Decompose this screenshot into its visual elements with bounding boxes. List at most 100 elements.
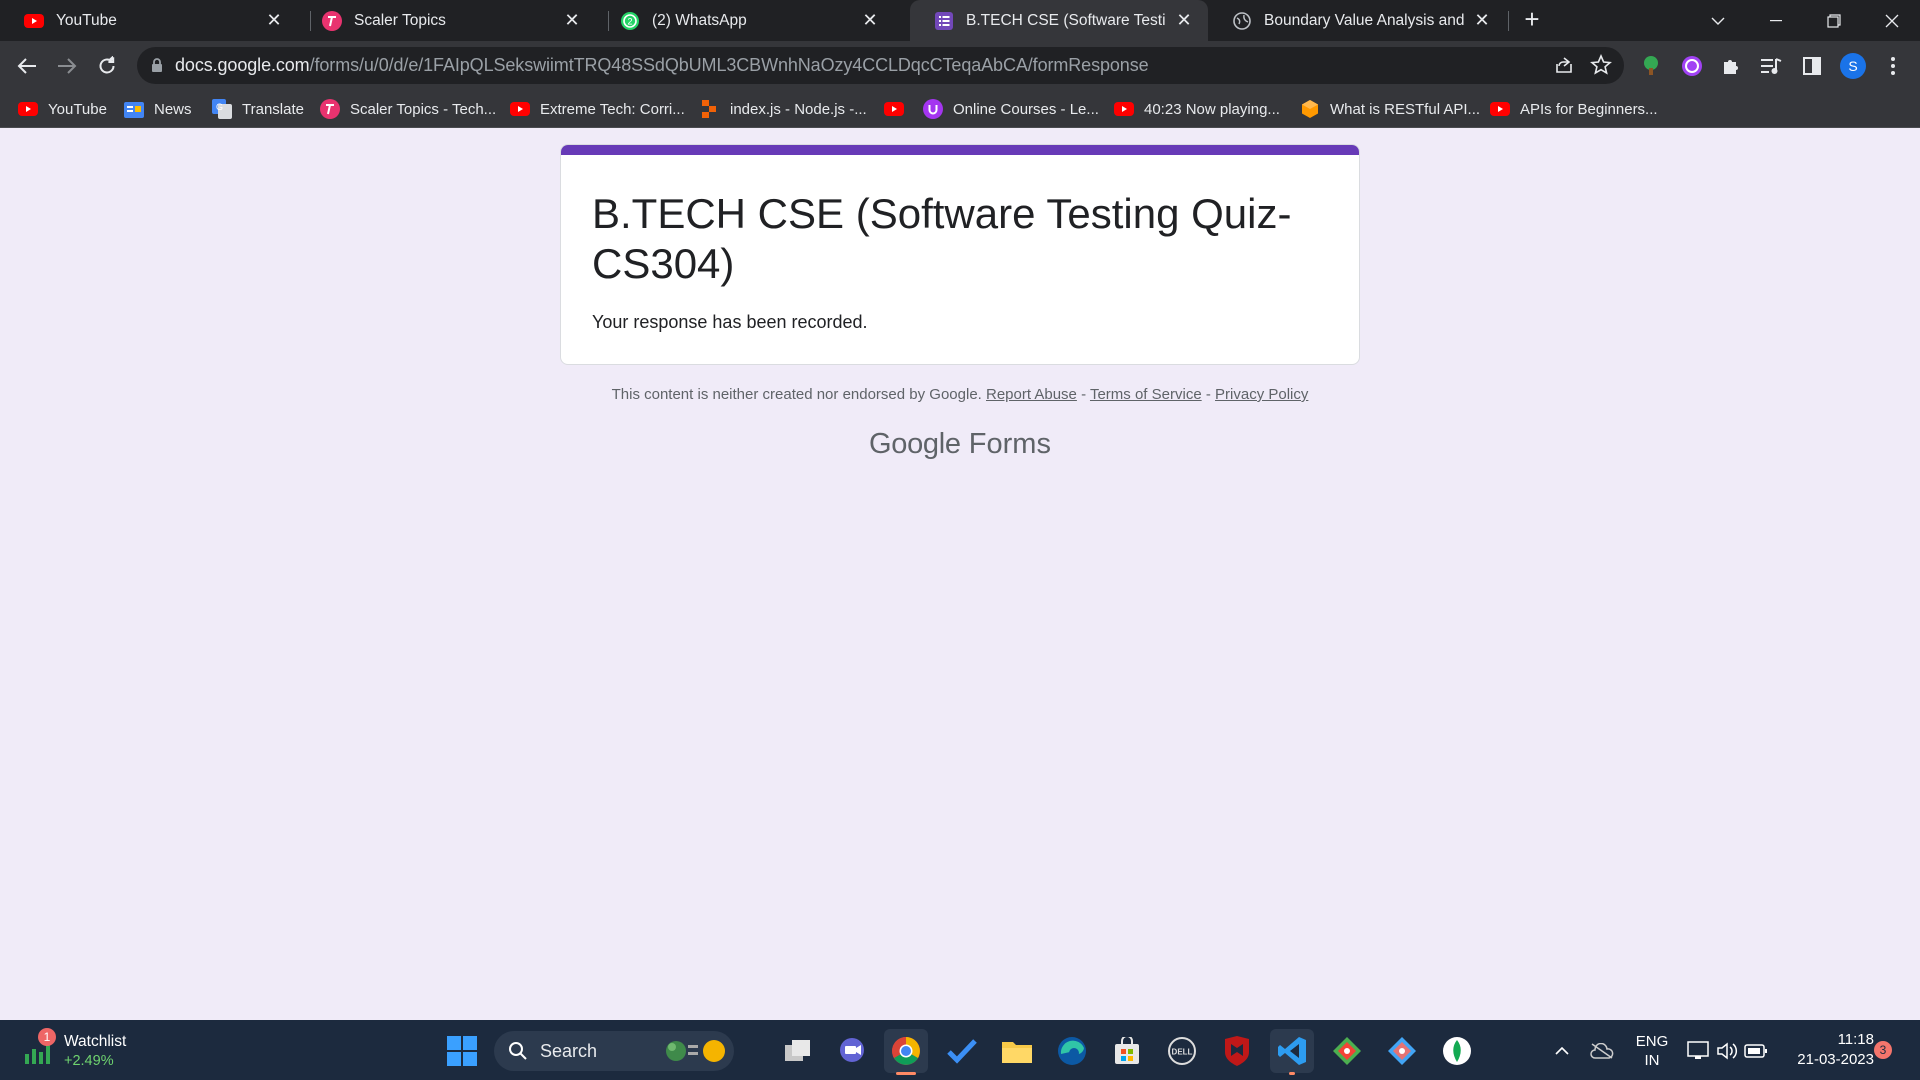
- close-icon[interactable]: ✕: [1174, 10, 1194, 31]
- tab-strip: YouTube ✕ Scaler Topics ✕ 2 (2) WhatsApp…: [0, 0, 1920, 41]
- git-tool-button[interactable]: [1325, 1029, 1369, 1073]
- tab-youtube[interactable]: YouTube ✕: [0, 0, 298, 41]
- bookmark-apis-beginners[interactable]: APIs for Beginners...: [1490, 97, 1658, 121]
- close-window-button[interactable]: [1864, 0, 1920, 41]
- tab-scaler-topics[interactable]: Scaler Topics ✕: [298, 0, 596, 41]
- arrow-right-icon: [58, 58, 77, 74]
- battery-icon: [1744, 1044, 1767, 1058]
- bookmark-star-icon[interactable]: [1590, 53, 1612, 81]
- battery-button[interactable]: [1734, 1029, 1778, 1073]
- task-view-button[interactable]: [776, 1029, 820, 1073]
- tab-title: B.TECH CSE (Software Testing Qu: [966, 11, 1166, 29]
- forward-button[interactable]: [51, 50, 83, 82]
- aws-icon: [1300, 99, 1320, 119]
- puzzle-icon[interactable]: [1716, 51, 1746, 81]
- language-indicator[interactable]: ENG IN: [1622, 1032, 1682, 1070]
- side-panel-icon[interactable]: [1797, 51, 1827, 81]
- tab-boundary-value[interactable]: Boundary Value Analysis and Equ ✕: [1208, 0, 1506, 41]
- google-forms-icon: [934, 11, 954, 31]
- minimize-button[interactable]: [1748, 0, 1804, 41]
- lock-icon[interactable]: [151, 58, 163, 73]
- close-icon[interactable]: ✕: [1472, 10, 1492, 31]
- teams-chat-button[interactable]: [830, 1029, 874, 1073]
- close-icon[interactable]: ✕: [562, 10, 582, 31]
- chrome-icon: [892, 1037, 920, 1065]
- terms-of-service-link[interactable]: Terms of Service: [1090, 386, 1202, 403]
- chrome-menu-button[interactable]: [1878, 51, 1908, 81]
- tab-whatsapp[interactable]: 2 (2) WhatsApp ✕: [596, 0, 894, 41]
- bookmarks-bar: YouTube News G Translate Scaler Topics -…: [0, 90, 1920, 128]
- scaler-icon: [320, 99, 340, 119]
- notification-badge[interactable]: 3: [1874, 1041, 1892, 1059]
- tab-search-button[interactable]: [1690, 0, 1746, 41]
- address-bar[interactable]: docs.google.com/forms/u/0/d/e/1FAIpQLSek…: [137, 47, 1624, 84]
- taskbar-search[interactable]: Search: [494, 1031, 734, 1071]
- close-icon[interactable]: ✕: [860, 10, 880, 31]
- privacy-policy-link[interactable]: Privacy Policy: [1215, 386, 1308, 403]
- vscode-icon: [1278, 1037, 1306, 1065]
- restore-button[interactable]: [1806, 0, 1862, 41]
- start-button[interactable]: [440, 1029, 484, 1073]
- tab-title: Boundary Value Analysis and Equ: [1264, 11, 1464, 29]
- edge-button[interactable]: [1050, 1029, 1094, 1073]
- bookmark-label: Scaler Topics - Tech...: [350, 100, 497, 118]
- close-icon[interactable]: ✕: [264, 10, 284, 31]
- reload-icon: [99, 56, 115, 74]
- chevron-up-icon: [1555, 1047, 1569, 1055]
- show-hidden-icons-button[interactable]: [1540, 1029, 1584, 1073]
- tab-google-form[interactable]: B.TECH CSE (Software Testing Qu ✕: [910, 0, 1208, 41]
- google-forms-logo[interactable]: Google Forms: [0, 428, 1920, 461]
- search-icon: [509, 1042, 527, 1060]
- report-abuse-link[interactable]: Report Abuse: [986, 386, 1077, 403]
- bookmark-udemy[interactable]: Online Courses - Le...: [923, 97, 1099, 121]
- bookmark-restful-api[interactable]: What is RESTful API...: [1300, 97, 1480, 121]
- clock[interactable]: 11:18 21-03-2023: [1782, 1030, 1874, 1070]
- watchlist-widget[interactable]: 1 Watchlist +2.49%: [22, 1028, 182, 1072]
- reload-button[interactable]: [91, 50, 123, 82]
- dell-button[interactable]: DELL: [1160, 1029, 1204, 1073]
- purple-extension-icon[interactable]: [1677, 51, 1707, 81]
- bookmark-replit[interactable]: index.js - Node.js -...: [700, 97, 867, 121]
- todo-button[interactable]: [940, 1029, 984, 1073]
- chrome-taskbar-button[interactable]: [884, 1029, 928, 1075]
- profile-avatar[interactable]: S: [1838, 51, 1868, 81]
- youtube-icon: [18, 99, 38, 119]
- new-tab-button[interactable]: +: [1520, 6, 1544, 32]
- share-icon[interactable]: [1554, 55, 1574, 80]
- tree-extension-icon[interactable]: [1636, 51, 1666, 81]
- youtube-icon: [24, 11, 44, 31]
- bookmark-news[interactable]: News: [124, 97, 192, 121]
- bookmark-youtube-2[interactable]: [884, 97, 914, 121]
- form-title: B.TECH CSE (Software Testing Quiz-CS304): [592, 190, 1292, 287]
- windows-taskbar: 1 Watchlist +2.49% Search DELL ENG IN 11…: [0, 1020, 1920, 1080]
- bookmark-translate[interactable]: G Translate: [212, 97, 304, 121]
- media-queue-icon[interactable]: [1756, 51, 1786, 81]
- ms-store-button[interactable]: [1105, 1029, 1149, 1073]
- git-tool-2-button[interactable]: [1380, 1029, 1424, 1073]
- bookmark-now-playing[interactable]: 40:23 Now playing...: [1114, 97, 1280, 121]
- arrow-left-icon: [17, 58, 36, 74]
- file-explorer-button[interactable]: [995, 1029, 1039, 1073]
- onedrive-button[interactable]: [1580, 1029, 1624, 1073]
- mcafee-button[interactable]: [1215, 1029, 1259, 1073]
- replit-icon: [700, 99, 720, 119]
- url-text[interactable]: docs.google.com/forms/u/0/d/e/1FAIpQLSek…: [175, 55, 1149, 76]
- form-accent-bar: [561, 145, 1359, 155]
- tab-title: Scaler Topics: [354, 11, 446, 29]
- bookmark-label: YouTube: [48, 100, 107, 118]
- bookmark-youtube[interactable]: YouTube: [18, 97, 107, 121]
- back-button[interactable]: [11, 50, 43, 82]
- bookmark-extreme-tech[interactable]: Extreme Tech: Corri...: [510, 97, 685, 121]
- bookmark-scaler[interactable]: Scaler Topics - Tech...: [320, 97, 496, 121]
- bookmark-label: Online Courses - Le...: [953, 100, 1099, 118]
- edge-icon: [1058, 1037, 1086, 1065]
- chat-icon: [840, 1038, 864, 1062]
- git-icon: [1388, 1037, 1416, 1065]
- whatsapp-icon: 2: [620, 11, 640, 31]
- bookmark-label: APIs for Beginners...: [1520, 100, 1658, 118]
- mongodb-button[interactable]: [1435, 1029, 1479, 1073]
- vscode-button[interactable]: [1270, 1029, 1314, 1075]
- checkmark-icon: [947, 1039, 977, 1064]
- region-code: IN: [1644, 1052, 1660, 1069]
- mcafee-shield-icon: [1225, 1036, 1249, 1066]
